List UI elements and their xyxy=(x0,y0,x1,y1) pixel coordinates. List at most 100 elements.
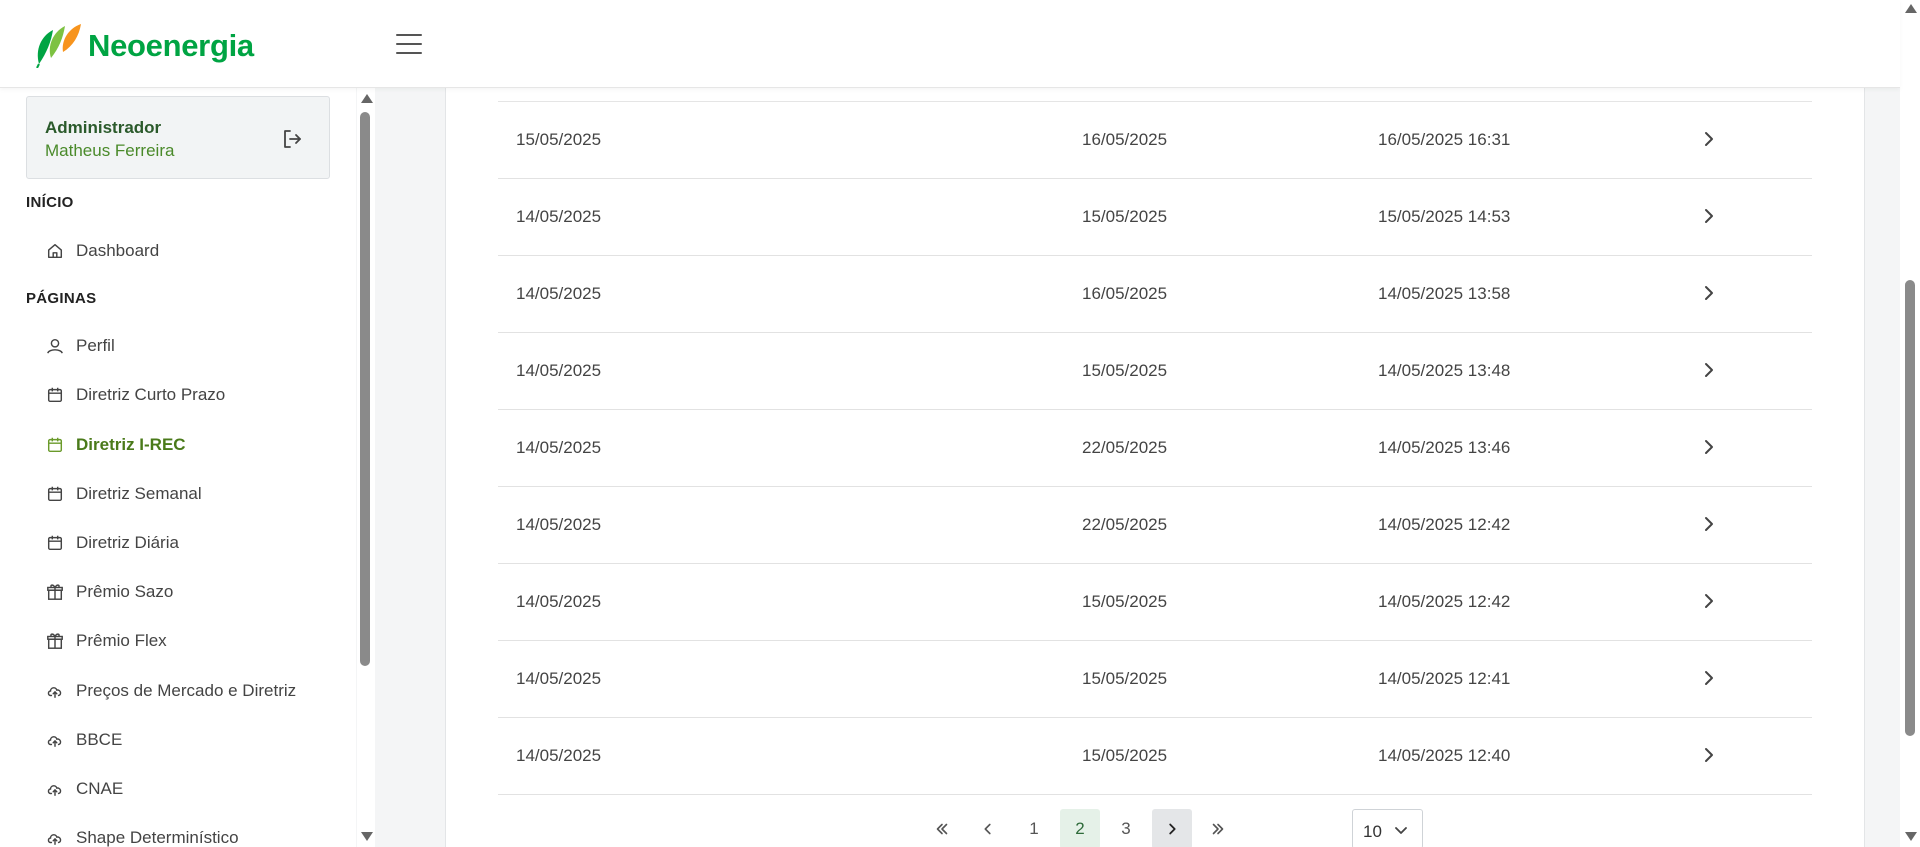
user-name: Matheus Ferreira xyxy=(45,141,175,160)
table-row[interactable]: 14/05/2025 15/05/2025 14/05/2025 13:48 xyxy=(498,333,1812,410)
cell-date: 15/05/2025 xyxy=(1082,592,1168,611)
window-scrollbar[interactable] xyxy=(1900,0,1920,847)
table-row[interactable]: 14/05/2025 15/05/2025 14/05/2025 12:40 xyxy=(498,718,1812,795)
sidebar-item-label: Diretriz Semanal xyxy=(76,484,202,503)
chevron-right-icon[interactable] xyxy=(1699,437,1719,457)
sidebar-item-cnae[interactable]: CNAE xyxy=(46,774,123,804)
page-size-value: 10 xyxy=(1363,822,1382,841)
cell-datetime: 14/05/2025 13:58 xyxy=(1378,284,1511,303)
cell-date: 16/05/2025 xyxy=(1082,284,1168,303)
chevrons-left-icon xyxy=(936,823,948,835)
calendar-icon xyxy=(47,486,63,502)
brand-name: Neoenergia xyxy=(88,28,254,63)
sidebar-item-label: Perfil xyxy=(76,336,115,355)
chevron-left-icon xyxy=(984,823,991,835)
sidebar: Administrador Matheus Ferreira INÍCIO Da… xyxy=(0,88,356,847)
chevron-right-icon xyxy=(1169,823,1176,835)
table-row[interactable]: 15/05/2025 16/05/2025 16/05/2025 16:31 xyxy=(498,102,1812,179)
neoenergia-logo[interactable]: Neoenergia xyxy=(33,20,254,68)
sidebar-item-premio-flex[interactable]: Prêmio Flex xyxy=(46,626,167,656)
chevron-right-icon[interactable] xyxy=(1699,514,1719,534)
scroll-up-arrow-icon[interactable] xyxy=(1905,4,1917,13)
sidebar-item-diretriz-curto-prazo[interactable]: Diretriz Curto Prazo xyxy=(46,380,225,410)
last-page-button[interactable] xyxy=(1198,809,1238,847)
scroll-down-arrow-icon[interactable] xyxy=(361,832,373,841)
cell-datetime: 14/05/2025 12:42 xyxy=(1378,515,1511,534)
cell-datetime: 14/05/2025 12:40 xyxy=(1378,746,1511,765)
cloud-upload-icon xyxy=(47,736,62,748)
first-page-button[interactable] xyxy=(922,809,962,847)
chevron-right-icon[interactable] xyxy=(1699,206,1719,226)
sidebar-item-perfil[interactable]: Perfil xyxy=(46,331,115,361)
page-size-select[interactable]: 10 xyxy=(1352,809,1423,847)
table-row[interactable]: 14/05/2025 22/05/2025 14/05/2025 12:42 xyxy=(498,487,1812,564)
sidebar-scrollbar[interactable] xyxy=(357,88,375,847)
table-row[interactable]: 14/05/2025 15/05/2025 15/05/2025 14:53 xyxy=(498,179,1812,256)
table-card: 15/05/2025 16/05/2025 16/05/2025 16:31 1… xyxy=(445,88,1865,847)
table-row[interactable]: 14/05/2025 15/05/2025 14/05/2025 12:41 xyxy=(498,641,1812,718)
cell-date: 14/05/2025 xyxy=(516,361,602,380)
home-icon xyxy=(47,243,63,259)
chevron-right-icon[interactable] xyxy=(1699,591,1719,611)
sidebar-item-label: Dashboard xyxy=(76,241,160,260)
cell-date: 15/05/2025 xyxy=(1082,669,1168,688)
cloud-upload-icon xyxy=(47,687,62,699)
chevron-right-icon[interactable] xyxy=(1699,668,1719,688)
next-page-button[interactable] xyxy=(1152,809,1192,847)
sidebar-item-shape-deterministico[interactable]: Shape Determinístico xyxy=(46,823,239,847)
section-title-paginas: PÁGINAS xyxy=(26,290,97,307)
sidebar-item-label: Diretriz Diária xyxy=(76,533,179,552)
table-row[interactable]: 14/05/2025 22/05/2025 14/05/2025 13:46 xyxy=(498,410,1812,487)
cell-date: 14/05/2025 xyxy=(516,592,602,611)
logout-icon[interactable] xyxy=(280,127,304,151)
chevron-right-icon[interactable] xyxy=(1699,283,1719,303)
cell-date: 15/05/2025 xyxy=(1082,207,1168,226)
sidebar-item-label: Shape Determinístico xyxy=(76,828,239,847)
cell-date: 14/05/2025 xyxy=(516,438,602,457)
chevron-down-icon xyxy=(1395,827,1407,834)
chevrons-right-icon xyxy=(1212,823,1224,835)
user-role: Administrador xyxy=(45,118,162,137)
sidebar-item-diretriz-semanal[interactable]: Diretriz Semanal xyxy=(46,479,202,509)
cell-date: 14/05/2025 xyxy=(516,669,602,688)
sidebar-item-dashboard[interactable]: Dashboard xyxy=(46,236,159,266)
table-row[interactable]: 14/05/2025 15/05/2025 14/05/2025 12:42 xyxy=(498,564,1812,641)
user-card: Administrador Matheus Ferreira xyxy=(26,96,330,179)
scroll-down-arrow-icon[interactable] xyxy=(1905,832,1917,841)
cell-date: 14/05/2025 xyxy=(516,746,602,765)
page-2-button[interactable]: 2 xyxy=(1060,809,1100,847)
chevron-right-icon[interactable] xyxy=(1699,129,1719,149)
sidebar-item-precos-de-mercado[interactable]: Preços de Mercado e Diretriz xyxy=(46,676,296,706)
cell-datetime: 14/05/2025 12:42 xyxy=(1378,592,1511,611)
sidebar-item-bbce[interactable]: BBCE xyxy=(46,725,122,755)
calendar-icon xyxy=(47,535,63,551)
hamburger-menu-icon[interactable] xyxy=(394,30,424,58)
cloud-upload-icon xyxy=(47,785,62,797)
section-title-inicio: INÍCIO xyxy=(26,194,74,211)
cell-datetime: 14/05/2025 12:41 xyxy=(1378,669,1511,688)
sidebar-item-diretriz-diaria[interactable]: Diretriz Diária xyxy=(46,528,179,558)
cell-datetime: 14/05/2025 13:48 xyxy=(1378,361,1511,380)
sidebar-item-label: Prêmio Flex xyxy=(76,631,167,650)
top-header: Neoenergia xyxy=(0,0,1900,88)
cell-date: 15/05/2025 xyxy=(1082,746,1168,765)
chevron-right-icon[interactable] xyxy=(1699,360,1719,380)
sidebar-item-diretriz-i-rec[interactable]: Diretriz I-REC xyxy=(46,430,186,460)
cell-date: 22/05/2025 xyxy=(1082,438,1168,457)
scrollbar-thumb[interactable] xyxy=(360,112,370,666)
sidebar-item-premio-sazo[interactable]: Prêmio Sazo xyxy=(46,577,173,607)
cloud-upload-icon xyxy=(47,834,62,846)
cell-date: 14/05/2025 xyxy=(516,207,602,226)
chevron-right-icon[interactable] xyxy=(1699,745,1719,765)
previous-page-button[interactable] xyxy=(968,809,1008,847)
cell-datetime: 16/05/2025 16:31 xyxy=(1378,130,1511,149)
table-row[interactable]: 14/05/2025 16/05/2025 14/05/2025 13:58 xyxy=(498,256,1812,333)
cell-date: 14/05/2025 xyxy=(516,515,602,534)
scrollbar-thumb[interactable] xyxy=(1905,280,1915,736)
cell-date: 15/05/2025 xyxy=(1082,361,1168,380)
scroll-up-arrow-icon[interactable] xyxy=(361,94,373,103)
page-1-button[interactable]: 1 xyxy=(1014,809,1054,847)
cell-date: 22/05/2025 xyxy=(1082,515,1168,534)
logo-leaves-icon xyxy=(36,24,81,68)
page-3-button[interactable]: 3 xyxy=(1106,809,1146,847)
